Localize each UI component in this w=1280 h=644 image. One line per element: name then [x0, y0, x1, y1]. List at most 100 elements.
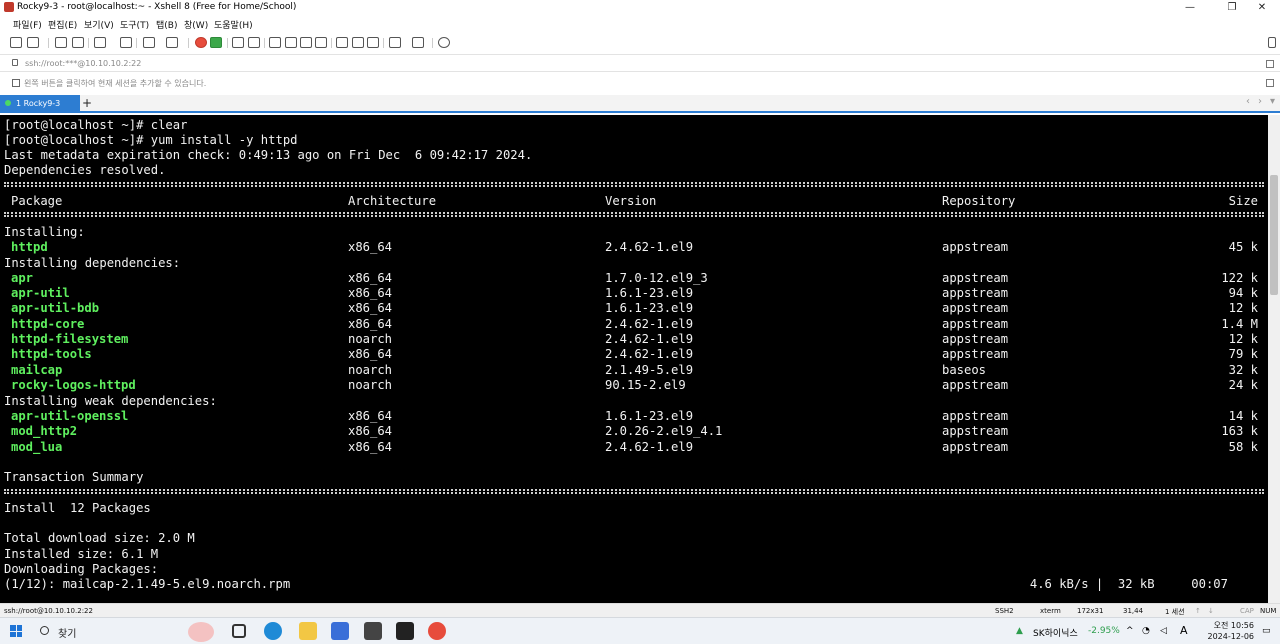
close-button[interactable]: ✕	[1244, 0, 1280, 15]
package-version: 2.1.49-5.el9	[605, 363, 694, 377]
progress-stats: 4.6 kB/s | 32 kB 00:07	[1029, 577, 1228, 591]
menu-tab[interactable]: 탭(B)	[156, 18, 177, 31]
tab-menu-icon[interactable]: ▾	[1270, 96, 1275, 107]
menu-bar: 파일(F) 편집(E) 보기(V) 도구(T) 탭(B) 창(W) 도움말(H)	[0, 15, 1280, 32]
package-size: 163 k	[1221, 424, 1258, 438]
terminal-app-icon[interactable]	[396, 622, 414, 640]
toolbar-separator	[264, 38, 265, 48]
keyboard-icon[interactable]	[269, 37, 281, 48]
taskbar-search[interactable]: 찾기	[30, 621, 220, 642]
package-arch: x86_64	[348, 409, 393, 423]
font-icon[interactable]	[166, 37, 178, 48]
package-version: 1.6.1-23.el9	[605, 301, 694, 315]
status-protocol: SSH2	[995, 607, 1014, 615]
cascade-icon[interactable]	[367, 37, 379, 48]
file-explorer-icon[interactable]	[299, 622, 317, 640]
package-repo: appstream	[942, 347, 1009, 361]
menu-file[interactable]: 파일(F)	[13, 18, 42, 31]
package-version: 2.4.62-1.el9	[605, 317, 694, 331]
package-size: 45 k	[1228, 240, 1258, 254]
status-cursor: 31,44	[1123, 607, 1144, 615]
address-value[interactable]: ssh://root:***@10.10.10.2:22	[25, 59, 141, 68]
script-icon[interactable]	[210, 37, 222, 48]
network-icon[interactable]: ◔	[1142, 626, 1150, 636]
menu-edit[interactable]: 편집(E)	[48, 18, 77, 31]
package-repo: appstream	[942, 301, 1009, 315]
tab-prev-icon[interactable]: ‹	[1246, 96, 1250, 107]
window-options-icon[interactable]	[94, 37, 106, 48]
toolbar-overflow-icon[interactable]	[1268, 37, 1276, 48]
installed-size-line: Installed size: 6.1 M	[4, 547, 159, 561]
package-size: 14 k	[1228, 409, 1258, 423]
menu-window[interactable]: 창(W)	[184, 18, 208, 31]
split-view-icon[interactable]	[412, 37, 424, 48]
tray-expand-icon[interactable]: ^	[1126, 626, 1134, 636]
globe-icon[interactable]	[143, 37, 155, 48]
session-bar-icon[interactable]	[12, 79, 20, 87]
package-size: 12 k	[1228, 301, 1258, 315]
help-icon[interactable]	[438, 37, 450, 48]
package-name: httpd	[11, 240, 48, 254]
package-name: httpd-filesystem	[11, 332, 129, 346]
hint-bar-menu-icon[interactable]	[1266, 79, 1274, 87]
tile-icon[interactable]	[352, 37, 364, 48]
menu-view[interactable]: 보기(V)	[84, 18, 114, 31]
package-name: apr	[11, 271, 34, 285]
terminal-scrollbar[interactable]	[1268, 115, 1280, 603]
package-version: 2.4.62-1.el9	[605, 347, 694, 361]
layout-icon[interactable]	[315, 37, 327, 48]
mail-icon[interactable]	[364, 622, 382, 640]
package-version: 1.6.1-23.el9	[605, 409, 694, 423]
package-arch: x86_64	[348, 440, 393, 454]
tab-next-icon[interactable]: ›	[1258, 96, 1262, 107]
new-session-icon[interactable]	[10, 37, 22, 48]
highlight-icon[interactable]	[300, 37, 312, 48]
edge-browser-icon[interactable]	[264, 622, 282, 640]
clock-date: 2024-12-06	[1207, 632, 1255, 641]
send-command-icon[interactable]	[389, 37, 401, 48]
compose-icon[interactable]	[285, 37, 297, 48]
separator-line	[4, 182, 1264, 187]
xshell-taskbar-icon[interactable]	[428, 622, 446, 640]
open-folder-icon[interactable]	[27, 37, 39, 48]
task-view-icon[interactable]	[232, 624, 246, 638]
fullscreen-icon[interactable]	[232, 37, 244, 48]
package-version: 2.4.62-1.el9	[605, 332, 694, 346]
lock-icon[interactable]	[248, 37, 260, 48]
menu-tools[interactable]: 도구(T)	[120, 18, 149, 31]
scrollbar-thumb[interactable]	[1270, 175, 1278, 295]
xftp-icon[interactable]	[195, 37, 207, 48]
package-name: rocky-logos-httpd	[11, 378, 136, 392]
new-tab-button[interactable]: +	[82, 95, 92, 111]
terminal-line: [root@localhost ~]# yum install -y httpd	[4, 133, 298, 147]
ime-indicator[interactable]: A	[1180, 624, 1188, 637]
search-icon[interactable]	[120, 37, 132, 48]
taskbar-clock[interactable]: 오전 10:56 2024-12-06	[1208, 620, 1255, 642]
package-size: 58 k	[1228, 440, 1258, 454]
menu-help[interactable]: 도움말(H)	[214, 18, 253, 31]
status-cap: CAP	[1240, 607, 1254, 615]
package-arch: x86_64	[348, 286, 393, 300]
windows-start-icon[interactable]	[10, 625, 22, 637]
microsoft-store-icon[interactable]	[331, 622, 349, 640]
connect-icon[interactable]	[55, 37, 67, 48]
lock-icon	[12, 59, 18, 66]
header-version: Version	[605, 194, 657, 208]
address-dropdown-icon[interactable]	[1266, 60, 1274, 68]
volume-icon[interactable]: ◁	[1160, 626, 1167, 636]
address-bar[interactable]: ssh://root:***@10.10.10.2:22	[0, 54, 1280, 72]
tab-bar: 1 Rocky9-3 + ‹ › ▾	[0, 95, 1280, 113]
terminal-output[interactable]: [root@localhost ~]# clear [root@localhos…	[0, 115, 1268, 603]
toolbar	[0, 33, 1280, 53]
package-repo: appstream	[942, 271, 1009, 285]
package-name: mod_http2	[11, 424, 78, 438]
section-dependencies: Installing dependencies:	[4, 256, 181, 270]
stock-name[interactable]: SK하이닉스	[1033, 626, 1078, 639]
notification-icon[interactable]: ▭	[1262, 626, 1271, 636]
status-num: NUM	[1260, 607, 1277, 615]
new-tab-group-icon[interactable]	[336, 37, 348, 48]
disconnect-icon[interactable]	[72, 37, 84, 48]
tab-rocky9-3[interactable]: 1 Rocky9-3	[0, 95, 80, 111]
package-repo: appstream	[942, 240, 1009, 254]
minimize-button[interactable]: —	[1172, 0, 1208, 15]
